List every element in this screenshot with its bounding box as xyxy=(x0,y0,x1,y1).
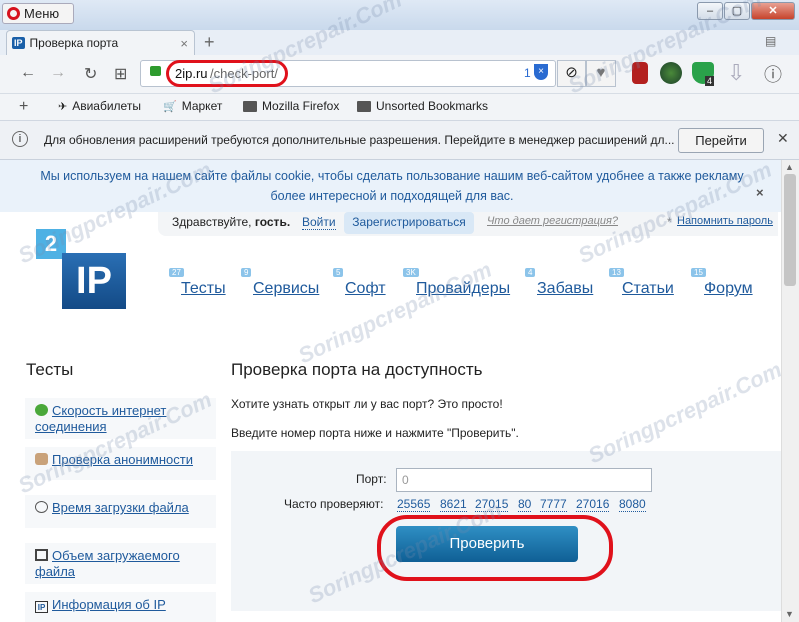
back-icon[interactable]: ← xyxy=(20,64,36,82)
port-link[interactable]: 8080 xyxy=(619,497,646,512)
nav-articles[interactable]: Статьи xyxy=(622,280,674,298)
nav-software[interactable]: Софт xyxy=(345,280,386,298)
bookmark-label: Авиабилеты xyxy=(72,99,141,113)
button-highlight-circle xyxy=(377,515,613,581)
bookmark-label: Маркет xyxy=(181,99,223,113)
cookie-close-icon[interactable]: × xyxy=(756,185,764,200)
greeting-text: Здравствуйте, гость. xyxy=(172,215,291,229)
nav-tests[interactable]: Тесты xyxy=(181,280,226,298)
add-bookmark-icon[interactable]: + xyxy=(19,98,28,116)
scrollbar-thumb[interactable] xyxy=(784,174,796,286)
asterisk: * xyxy=(667,215,672,229)
bookmark-label: Mozilla Firefox xyxy=(262,99,340,113)
maximize-button[interactable]: ▢ xyxy=(724,2,750,20)
port-link[interactable]: 27016 xyxy=(576,497,610,512)
globe-extension-icon[interactable] xyxy=(660,62,682,84)
port-link[interactable]: 8621 xyxy=(440,497,467,512)
download-icon[interactable]: ⇩ xyxy=(727,60,745,86)
monitor-icon xyxy=(35,549,48,561)
opera-menu-button[interactable]: Меню xyxy=(2,3,74,24)
sidebar-item-file-size[interactable]: Объем загружаемого файла xyxy=(25,543,216,584)
minimize-button[interactable]: – xyxy=(697,2,723,20)
sidebar-item-anonymity[interactable]: Проверка анонимности xyxy=(25,447,216,480)
notebook-extension-icon[interactable] xyxy=(632,62,648,84)
port-link[interactable]: 27015 xyxy=(475,497,509,512)
port-link[interactable]: 7777 xyxy=(540,497,567,512)
port-label: Порт: xyxy=(356,472,387,486)
sidebar-title: Тесты xyxy=(26,360,74,379)
clock-icon xyxy=(35,501,48,513)
ip-favicon-icon: IP xyxy=(12,37,25,49)
nav-badge: 3K xyxy=(403,268,419,277)
tab-menu-icon[interactable]: ▤ xyxy=(765,34,776,48)
sidebar-item-ip-info[interactable]: IP Информация об IP xyxy=(25,592,216,622)
nav-badge: 9 xyxy=(241,268,252,277)
info-icon: i xyxy=(12,131,28,147)
tab-check-port[interactable]: IP Проверка порта × xyxy=(6,30,195,55)
nav-badge: 15 xyxy=(691,268,706,277)
logo-ip[interactable]: IP xyxy=(62,253,126,309)
often-checked-label: Часто проверяют: xyxy=(284,497,384,511)
cookie-text: Мы используем на нашем сайте файлы cooki… xyxy=(40,169,744,203)
new-tab-icon[interactable]: + xyxy=(204,32,215,53)
menu-label: Меню xyxy=(24,6,60,21)
extension-badge: 4 xyxy=(705,76,715,86)
speed-arrow-icon xyxy=(35,404,48,416)
close-icon[interactable]: ✕ xyxy=(777,130,789,147)
ip-icon: IP xyxy=(35,601,48,613)
forward-icon[interactable]: → xyxy=(50,64,66,82)
port-input[interactable]: 0 xyxy=(396,468,652,492)
remind-password-link[interactable]: Напомнить пароль xyxy=(677,215,773,227)
scroll-down-icon[interactable]: ▼ xyxy=(785,609,794,619)
notification-text: Для обновления расширений требуются допо… xyxy=(44,133,674,147)
tab-close-icon[interactable]: × xyxy=(180,36,188,51)
bookmark-item[interactable]: 🛒 Маркет xyxy=(163,99,222,113)
nav-fun[interactable]: Забавы xyxy=(537,280,593,298)
nav-badge: 4 xyxy=(525,268,536,277)
speed-dial-icon[interactable]: ⊞ xyxy=(114,64,127,84)
scroll-up-icon[interactable]: ▲ xyxy=(785,162,794,172)
nav-services[interactable]: Сервисы xyxy=(253,280,319,298)
heart-icon[interactable]: ♥ xyxy=(586,60,616,87)
bookmark-label: Unsorted Bookmarks xyxy=(376,99,489,113)
nav-badge: 27 xyxy=(169,268,184,277)
lock-icon xyxy=(150,66,161,76)
bookmark-folder[interactable]: Mozilla Firefox xyxy=(243,99,339,113)
what-registration-link[interactable]: Что дает регистрация? xyxy=(487,215,618,227)
cart-icon: 🛒 xyxy=(163,100,177,113)
port-link[interactable]: 25565 xyxy=(397,497,431,512)
bookmark-item[interactable]: ✈ Авиабилеты xyxy=(58,99,141,113)
shield-icon[interactable]: × xyxy=(534,64,548,80)
register-button[interactable]: Зарегистрироваться xyxy=(344,212,474,234)
title-bar xyxy=(0,0,799,30)
intro-text: Хотите узнать открыт ли у вас порт? Это … xyxy=(231,397,503,411)
instructions-text: Введите номер порта ниже и нажмите "Пров… xyxy=(231,426,519,440)
tab-title: Проверка порта xyxy=(29,36,119,50)
url-highlight-circle xyxy=(166,60,288,87)
nav-badge: 5 xyxy=(333,268,344,277)
tracker-count: 1 xyxy=(524,66,531,80)
folder-icon xyxy=(357,100,371,112)
plane-icon: ✈ xyxy=(58,100,68,113)
bookmark-folder[interactable]: Unsorted Bookmarks xyxy=(357,99,488,113)
page-title: Проверка порта на доступность xyxy=(231,360,483,379)
sidebar-item-download-time[interactable]: Время загрузки файла xyxy=(25,495,216,528)
folder-icon xyxy=(243,100,257,112)
opera-logo-icon xyxy=(7,7,20,20)
nav-forum[interactable]: Форум xyxy=(704,280,753,298)
adblock-icon[interactable]: ⊘ xyxy=(557,60,586,87)
sidebar-item-speed[interactable]: Скорость интернет соединения xyxy=(25,398,216,439)
nav-badge: 13 xyxy=(609,268,624,277)
person-icon xyxy=(35,453,48,465)
login-link[interactable]: Войти xyxy=(302,215,336,230)
close-window-button[interactable]: ✕ xyxy=(751,2,795,20)
nav-providers[interactable]: Провайдеры xyxy=(416,280,510,298)
easy-setup-icon[interactable]: ⓘ xyxy=(764,61,782,87)
port-link[interactable]: 80 xyxy=(518,497,532,512)
reload-icon[interactable]: ↻ xyxy=(84,64,97,84)
go-to-extensions-button[interactable]: Перейти xyxy=(678,128,764,153)
